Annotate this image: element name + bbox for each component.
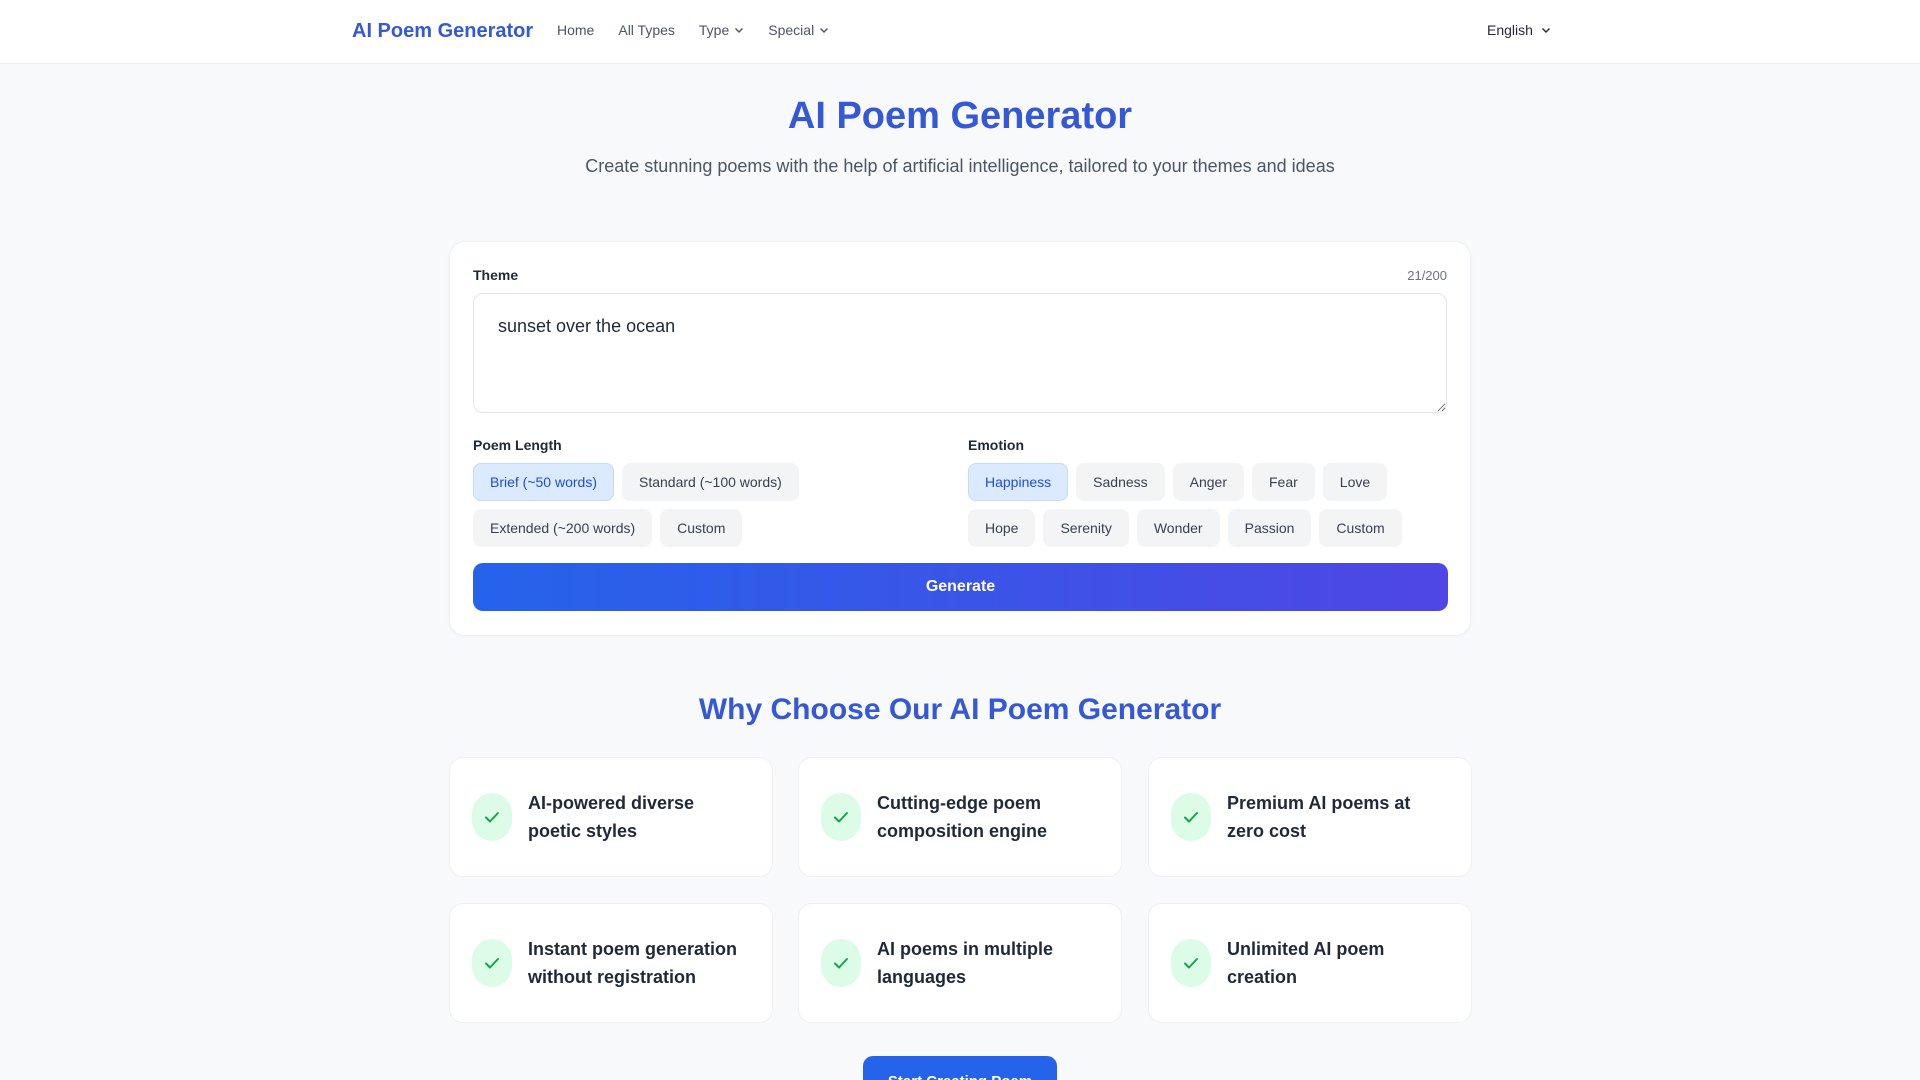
emotion-chip-wonder[interactable]: Wonder (1136, 509, 1220, 547)
poem-length-label: Poem Length (473, 437, 562, 453)
nav-type-label: Type (698, 22, 730, 38)
length-chip-standard-100-words[interactable]: Standard (~100 words) (621, 463, 799, 501)
feature-text: AI poems in multiple languages (877, 939, 1054, 987)
emotion-chip-custom[interactable]: Custom (1319, 509, 1402, 547)
emotion-chip-love[interactable]: Love (1322, 463, 1388, 501)
feature-card: Cutting-edge poem composition engine (798, 757, 1122, 877)
nav-links: Home All Types Type Special (557, 22, 829, 38)
theme-input[interactable]: sunset over the ocean (473, 293, 1447, 413)
check-icon (472, 939, 512, 987)
top-nav: AI Poem Generator Home All Types Type Sp… (0, 0, 1920, 64)
poem-length-options: Brief (~50 words) Standard (~100 words) Ex… (473, 463, 953, 547)
nav-all-types[interactable]: All Types (618, 22, 675, 38)
check-icon (821, 793, 861, 841)
language-label: English (1487, 22, 1533, 38)
nav-special-label: Special (768, 22, 815, 38)
feature-card: Premium AI poems at zero cost (1148, 757, 1472, 877)
length-chip-custom[interactable]: Custom (660, 509, 743, 547)
why-section-title: Why Choose Our AI Poem Generator (698, 693, 1222, 726)
length-chip-extended-200-words[interactable]: Extended (~200 words) (473, 509, 653, 547)
feature-text: Cutting-edge poem composition engine (877, 793, 1048, 841)
brand-logo[interactable]: AI Poem Generator (352, 20, 533, 43)
nav-all-types-label: All Types (618, 22, 675, 38)
feature-card: AI poems in multiple languages (798, 903, 1122, 1023)
emotion-options: Happiness Sadness Anger Fear Love Hope Serenit… (968, 463, 1448, 547)
emotion-chip-happiness[interactable]: Happiness (968, 463, 1069, 501)
check-icon (472, 793, 512, 841)
emotion-chip-sadness[interactable]: Sadness (1076, 463, 1165, 501)
length-chip-brief-50-words[interactable]: Brief (~50 words) (473, 463, 614, 501)
page-subtitle: Create stunning poems with the help of a… (585, 156, 1335, 176)
chevron-down-icon (820, 28, 829, 33)
emotion-chip-fear[interactable]: Fear (1252, 463, 1315, 501)
chevron-down-icon (735, 28, 744, 33)
check-icon (1171, 793, 1211, 841)
feature-card: Instant poem generation without registra… (449, 903, 773, 1023)
emotion-chip-passion[interactable]: Passion (1227, 509, 1312, 547)
feature-text: Unlimited AI poem creation (1227, 939, 1385, 987)
feature-text: Instant poem generation without registra… (528, 939, 738, 987)
feature-card: AI-powered diverse poetic styles (449, 757, 773, 877)
theme-label: Theme (473, 267, 519, 283)
nav-home[interactable]: Home (557, 22, 594, 38)
emotion-chip-anger[interactable]: Anger (1172, 463, 1244, 501)
character-counter: 21/200 (1407, 268, 1447, 283)
language-selector[interactable]: English (1487, 22, 1551, 38)
emotion-chip-serenity[interactable]: Serenity (1043, 509, 1129, 547)
chevron-down-icon (1541, 28, 1550, 33)
feature-text: Premium AI poems at zero cost (1227, 793, 1411, 841)
nav-home-label: Home (557, 22, 595, 38)
nav-special-dropdown[interactable]: Special (768, 22, 829, 38)
nav-type-dropdown[interactable]: Type (699, 22, 744, 38)
check-icon (821, 939, 861, 987)
check-icon (1171, 939, 1211, 987)
page-title: AI Poem Generator (787, 95, 1133, 137)
emotion-chip-hope[interactable]: Hope (968, 509, 1036, 547)
feature-text: AI-powered diverse poetic styles (528, 793, 695, 841)
emotion-label: Emotion (968, 437, 1024, 453)
generate-button[interactable]: Generate (473, 563, 1448, 611)
feature-card: Unlimited AI poem creation (1148, 903, 1472, 1023)
start-creating-button[interactable]: Start Creating Poem (863, 1056, 1057, 1080)
poem-form-card: Theme 21/200 sunset over the ocean Poem … (449, 241, 1471, 636)
